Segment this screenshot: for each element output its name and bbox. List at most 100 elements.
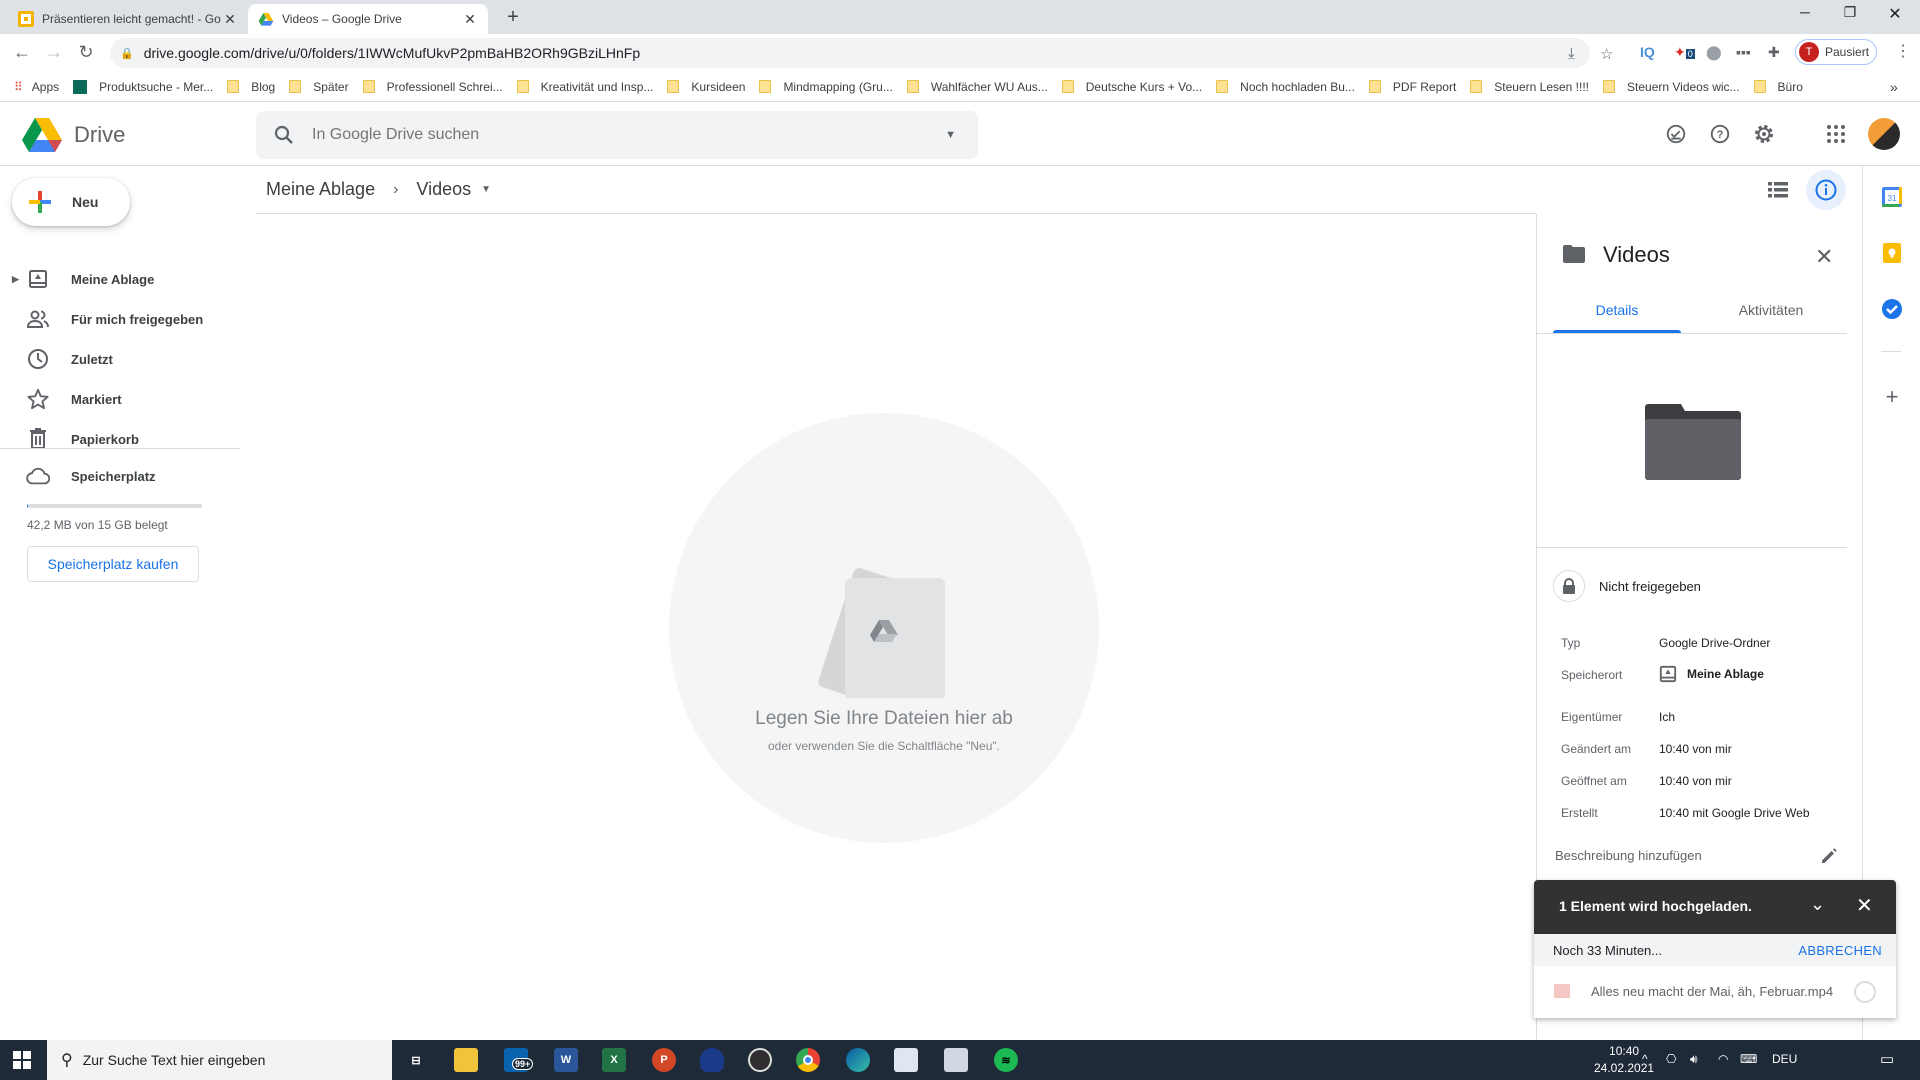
sidebar-item-recent[interactable]: Zuletzt [0, 339, 240, 379]
help-icon[interactable]: ? [1706, 120, 1734, 148]
bookmark-item[interactable]: Blog [227, 80, 275, 94]
new-button[interactable]: Neu [12, 178, 130, 226]
offline-ready-icon[interactable] [1662, 120, 1690, 148]
windows-start-icon[interactable] [13, 1051, 31, 1069]
bookmark-item[interactable]: PDF Report [1368, 80, 1456, 94]
bookmark-item[interactable]: Noch hochladen Bu... [1216, 80, 1355, 94]
sidebar-item-starred[interactable]: Markiert [0, 379, 240, 419]
chrome-icon[interactable] [796, 1048, 820, 1072]
mail-icon[interactable]: 99+ [504, 1048, 534, 1072]
tab-details[interactable]: Details [1553, 302, 1681, 318]
close-details-icon[interactable]: ✕ [1815, 244, 1833, 270]
calendar-icon[interactable]: 31 [1881, 186, 1903, 208]
location-link[interactable]: Meine Ablage [1659, 665, 1764, 683]
taskbar-search-placeholder: Zur Suche Text hier eingeben [82, 1052, 266, 1068]
sidebar-item-storage[interactable]: Speicherplatz [0, 456, 240, 496]
close-window-button[interactable]: ✕ [1875, 4, 1915, 24]
search-bar[interactable]: ▼ [256, 111, 978, 159]
account-avatar[interactable] [1868, 118, 1900, 150]
bookmark-item[interactable]: Büro [1753, 80, 1803, 94]
address-bar[interactable]: 🔒 drive.google.com/drive/u/0/folders/1IW… [110, 38, 1613, 68]
system-clock[interactable]: 10:40 24.02.2021 [1594, 1043, 1654, 1077]
language-indicator[interactable]: DEU [1772, 1052, 1797, 1066]
sidebar-item-shared[interactable]: Für mich freigegeben [0, 299, 240, 339]
new-tab-button[interactable]: + [500, 6, 526, 29]
bookmark-apps[interactable]: ⠿ Apps [14, 80, 59, 94]
bookmark-item[interactable]: Kreativität und Insp... [516, 80, 653, 94]
info-icon[interactable] [1806, 170, 1846, 210]
audio-app-icon[interactable] [700, 1048, 724, 1072]
tab-activity[interactable]: Aktivitäten [1707, 302, 1835, 318]
search-input[interactable] [312, 126, 912, 144]
task-view-icon[interactable]: ⊟ [404, 1048, 428, 1072]
close-tab-icon[interactable]: ✕ [222, 11, 238, 28]
upload-file-row[interactable]: Alles neu macht der Mai, äh, Februar.mp4 [1534, 966, 1896, 1018]
bookmark-item[interactable]: Professionell Schrei... [362, 80, 503, 94]
bookmark-item[interactable]: Wahlfächer WU Aus... [906, 80, 1048, 94]
bookmark-item[interactable]: Produktsuche - Mer... [73, 79, 213, 94]
drive-logo[interactable]: Drive [22, 118, 125, 152]
bookmark-item[interactable]: Deutsche Kurs + Vo... [1061, 80, 1202, 94]
breadcrumb-current-folder[interactable]: Videos [416, 179, 471, 200]
edge-icon[interactable] [846, 1048, 870, 1072]
close-tab-icon[interactable]: ✕ [462, 11, 478, 28]
bookmark-item[interactable]: Kursideen [667, 80, 745, 94]
close-icon[interactable]: ✕ [1856, 893, 1873, 918]
obs-icon[interactable] [748, 1048, 772, 1072]
bookmark-item[interactable]: Mindmapping (Gru... [759, 80, 893, 94]
keep-icon[interactable] [1881, 242, 1903, 264]
extensions-puzzle-icon[interactable]: ✚ [1768, 44, 1780, 61]
property-key: Eigentümer [1561, 710, 1623, 724]
drop-zone[interactable] [669, 413, 1099, 843]
bookmark-star-icon[interactable]: ☆ [1600, 45, 1613, 63]
cancel-upload-button[interactable]: ABBRECHEN [1798, 943, 1882, 958]
profile-button[interactable]: T Pausiert [1795, 39, 1877, 65]
browser-menu-icon[interactable]: ⋮ [1895, 41, 1911, 61]
notifications-icon[interactable]: ▭ [1880, 1050, 1894, 1068]
expand-caret-icon[interactable]: ▶ [12, 274, 19, 285]
restore-button[interactable]: ❐ [1830, 4, 1870, 21]
description-input[interactable]: Beschreibung hinzufügen [1555, 848, 1702, 863]
taskbar-search[interactable]: ⚲ Zur Suche Text hier eingeben [47, 1040, 392, 1080]
search-options-icon[interactable]: ▼ [945, 129, 956, 141]
chevron-down-icon[interactable]: ⌄ [1810, 894, 1825, 915]
bookmark-item[interactable]: Steuern Lesen !!!! [1470, 80, 1589, 94]
minimize-button[interactable]: ─ [1785, 4, 1825, 20]
snipping-tool-icon[interactable] [894, 1048, 918, 1072]
pencil-icon[interactable] [1819, 846, 1839, 866]
search-icon[interactable] [272, 123, 296, 147]
camera-icon[interactable]: ⎔ [1666, 1052, 1676, 1066]
back-button[interactable]: ← [10, 42, 34, 63]
powerpoint-icon[interactable]: P [652, 1048, 676, 1072]
keyboard-icon[interactable]: ⌨ [1740, 1052, 1757, 1066]
settings-gear-icon[interactable] [1750, 120, 1778, 148]
sidebar-item-trash[interactable]: Papierkorb [0, 419, 240, 459]
wifi-icon[interactable]: ◠ [1718, 1052, 1728, 1066]
tasks-icon[interactable] [1881, 298, 1903, 320]
spotify-icon[interactable]: ≋ [994, 1048, 1018, 1072]
bookmark-item[interactable]: Steuern Videos wic... [1603, 80, 1740, 94]
google-apps-icon[interactable] [1822, 120, 1850, 148]
word-icon[interactable]: W [554, 1048, 578, 1072]
add-addon-icon[interactable]: + [1881, 384, 1903, 410]
list-view-icon[interactable] [1764, 176, 1792, 204]
tab-presentation[interactable]: Präsentieren leicht gemacht! - Go ✕ [8, 4, 248, 34]
extension-badge-icon[interactable]: ✦ 0 [1674, 44, 1695, 61]
excel-icon[interactable]: X [602, 1048, 626, 1072]
folder-menu-dropdown-icon[interactable]: ▼ [481, 184, 491, 195]
tab-drive[interactable]: Videos – Google Drive ✕ [248, 4, 488, 34]
buy-storage-button[interactable]: Speicherplatz kaufen [27, 546, 199, 582]
reload-button[interactable]: ↻ [74, 42, 98, 63]
iq-extension-icon[interactable]: IQ [1640, 44, 1655, 60]
bookmark-item[interactable]: Später [289, 80, 349, 94]
signal-extension-icon[interactable]: ▪▪▪ [1736, 44, 1751, 60]
file-explorer-icon[interactable] [454, 1048, 478, 1072]
forward-button[interactable]: → [42, 42, 66, 63]
install-icon[interactable]: ⤓ [1568, 45, 1575, 62]
volume-icon[interactable]: 🔊︎ [1690, 1052, 1698, 1067]
breadcrumb-my-drive[interactable]: Meine Ablage [266, 179, 375, 200]
notepad-icon[interactable] [944, 1048, 968, 1072]
adblock-icon[interactable]: ⬤ [1706, 44, 1722, 61]
sidebar-item-my-drive[interactable]: ▶ Meine Ablage [0, 259, 240, 299]
bookmarks-overflow-button[interactable]: » [1890, 79, 1898, 95]
